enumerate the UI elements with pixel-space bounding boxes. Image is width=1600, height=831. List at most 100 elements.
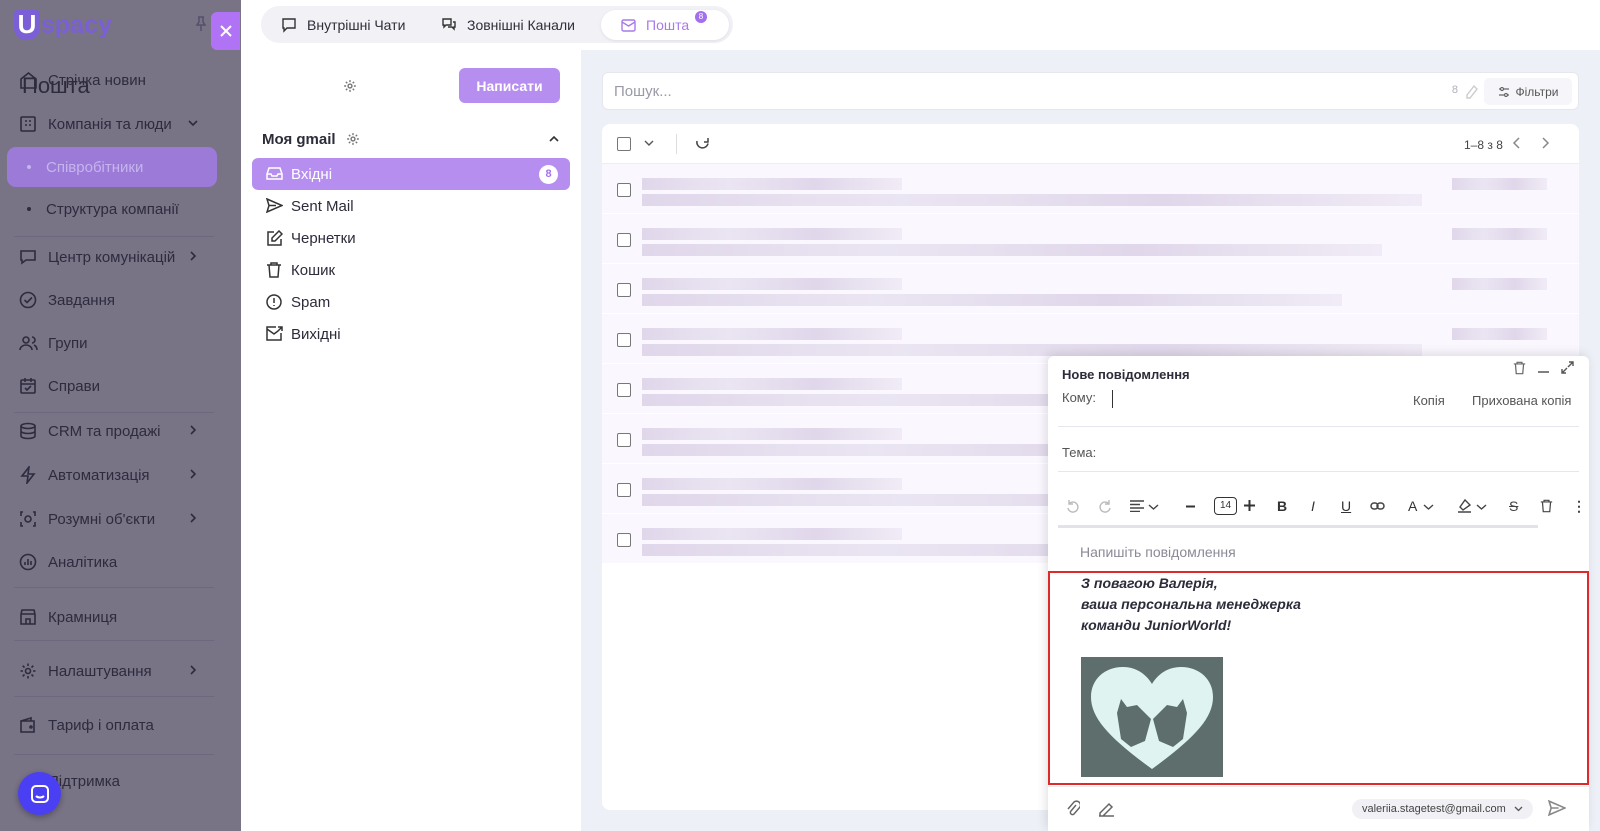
sidebar-item-billing[interactable]: Тариф і оплата — [7, 705, 217, 745]
bold-icon[interactable]: B — [1277, 498, 1287, 514]
signature-highlight: З повагою Валерія, ваша персональна мене… — [1048, 571, 1589, 785]
top-bar: Внутрішні Чати Зовнішні Канали Пошта 8 — [241, 0, 1600, 50]
row-checkbox[interactable] — [617, 433, 631, 447]
chevron-up-icon[interactable] — [548, 134, 560, 144]
sidebar-item-analytics[interactable]: Аналітика — [7, 542, 217, 582]
send-icon[interactable] — [1548, 800, 1566, 816]
tab-internal-chats[interactable]: Внутрішні Чати — [281, 10, 405, 40]
sidebar-item-crm[interactable]: CRM та продажі — [7, 411, 217, 451]
sidebar-item-employees[interactable]: Співробітники — [7, 147, 217, 187]
sidebar-item-label: Співробітники — [46, 158, 144, 176]
compose-button[interactable]: Написати — [459, 68, 560, 103]
sidebar-item-label: Аналітика — [48, 553, 118, 571]
font-size-field[interactable]: 14 — [1214, 497, 1237, 515]
sidebar-item-automation[interactable]: Автоматизація — [7, 455, 217, 495]
chevron-left-icon[interactable] — [1512, 136, 1522, 150]
table-row[interactable] — [602, 264, 1579, 314]
refresh-icon[interactable] — [695, 136, 710, 151]
table-row[interactable] — [602, 214, 1579, 264]
redacted-text — [642, 528, 902, 540]
mail-icon — [621, 18, 646, 32]
sender-select[interactable]: valeriia.stagetest@gmail.com — [1352, 799, 1533, 819]
folder-label: Чернетки — [291, 229, 356, 247]
folder-drafts[interactable]: Чернетки — [252, 222, 570, 254]
search-bar[interactable]: Пошук... 8 Фільтри — [602, 72, 1579, 110]
row-checkbox[interactable] — [617, 383, 631, 397]
compose-window: Нове повідомлення Кому: Копія Прихована … — [1048, 356, 1589, 831]
pin-icon[interactable] — [195, 16, 207, 32]
link-icon[interactable] — [1370, 501, 1385, 511]
sidebar-item-settings[interactable]: Налаштування — [7, 651, 217, 691]
sidebar-item-company[interactable]: Компанія та люди — [7, 104, 217, 144]
row-checkbox[interactable] — [617, 533, 631, 547]
row-checkbox[interactable] — [617, 283, 631, 297]
row-checkbox[interactable] — [617, 233, 631, 247]
trash-icon[interactable] — [1513, 361, 1526, 375]
more-icon[interactable]: ⋮ — [1572, 498, 1586, 515]
gear-icon[interactable] — [346, 132, 360, 146]
chevron-down-icon[interactable] — [644, 139, 654, 147]
chevron-right-icon[interactable] — [1540, 136, 1550, 150]
chevron-down-icon[interactable] — [1148, 503, 1159, 511]
folder-trash[interactable]: Кошик — [252, 254, 570, 286]
highlight-icon[interactable] — [1457, 498, 1472, 513]
minimize-icon[interactable] — [1538, 370, 1549, 374]
sidebar-item-communications[interactable]: Центр комунікацій — [7, 237, 217, 277]
sidebar-item-label: Компанія та люди — [48, 115, 172, 133]
italic-icon[interactable]: I — [1311, 498, 1315, 514]
row-checkbox[interactable] — [617, 483, 631, 497]
clear-format-icon[interactable] — [1540, 499, 1553, 513]
bcc-button[interactable]: Прихована копія — [1472, 393, 1571, 408]
select-all-checkbox[interactable] — [617, 137, 631, 151]
redacted-text — [642, 378, 902, 390]
align-icon[interactable] — [1130, 500, 1144, 512]
row-checkbox[interactable] — [617, 333, 631, 347]
text-color-icon[interactable]: A — [1408, 498, 1417, 514]
toolbar-scrollbar[interactable] — [1058, 525, 1538, 528]
cc-button[interactable]: Копія — [1413, 393, 1445, 408]
search-input[interactable]: Пошук... — [614, 83, 672, 100]
tab-external-channels[interactable]: Зовнішні Канали — [441, 10, 575, 40]
underline-icon[interactable]: U — [1341, 498, 1351, 514]
sidebar-item-groups[interactable]: Групи — [7, 323, 217, 363]
sidebar-item-label: Налаштування — [48, 662, 152, 680]
chevron-right-icon — [187, 250, 199, 262]
redacted-text — [1452, 328, 1547, 340]
support-chat-button[interactable] — [18, 772, 61, 815]
chevron-down-icon[interactable] — [1476, 503, 1487, 511]
decrease-size-icon[interactable] — [1186, 505, 1195, 508]
to-field[interactable] — [1112, 390, 1113, 408]
folder-inbox[interactable]: Вхідні 8 — [252, 158, 570, 190]
message-body[interactable]: Напишіть повідомлення — [1080, 544, 1236, 560]
undo-icon[interactable] — [1066, 499, 1080, 513]
signature-pen-icon[interactable] — [1098, 800, 1115, 817]
attach-icon[interactable] — [1066, 800, 1080, 817]
sidebar-item-label: Справи — [48, 377, 100, 395]
filters-button[interactable]: Фільтри — [1484, 78, 1572, 105]
close-button[interactable] — [211, 12, 240, 50]
sidebar-item-label: CRM та продажі — [48, 422, 161, 440]
logo[interactable]: U spacy — [14, 10, 112, 40]
table-row[interactable] — [602, 164, 1579, 214]
gear-icon[interactable] — [343, 79, 357, 93]
folder-sent[interactable]: Sent Mail — [252, 190, 570, 222]
strikethrough-icon[interactable]: S — [1509, 498, 1518, 514]
tab-mail[interactable]: Пошта 8 — [601, 10, 729, 40]
sidebar-item-tasks[interactable]: Завдання — [7, 280, 217, 320]
sidebar-item-store[interactable]: Крамниця — [7, 597, 217, 637]
divider — [14, 696, 214, 697]
chart-icon — [19, 553, 37, 571]
redo-icon[interactable] — [1098, 499, 1112, 513]
expand-icon[interactable] — [1561, 361, 1574, 374]
sidebar-item-structure[interactable]: Структура компанії — [7, 189, 217, 229]
sidebar-item-affairs[interactable]: Справи — [7, 366, 217, 406]
row-checkbox[interactable] — [617, 183, 631, 197]
folder-spam[interactable]: Spam — [252, 286, 570, 318]
folder-outbox[interactable]: Вихідні — [252, 318, 570, 350]
increase-size-icon[interactable] — [1244, 500, 1255, 511]
chevron-down-icon[interactable] — [1423, 503, 1434, 511]
clear-icon[interactable] — [1464, 83, 1480, 99]
chevron-right-icon — [187, 512, 199, 524]
sidebar-item-smart-objects[interactable]: Розумні об'єкти — [7, 499, 217, 539]
redacted-text — [642, 294, 1342, 306]
